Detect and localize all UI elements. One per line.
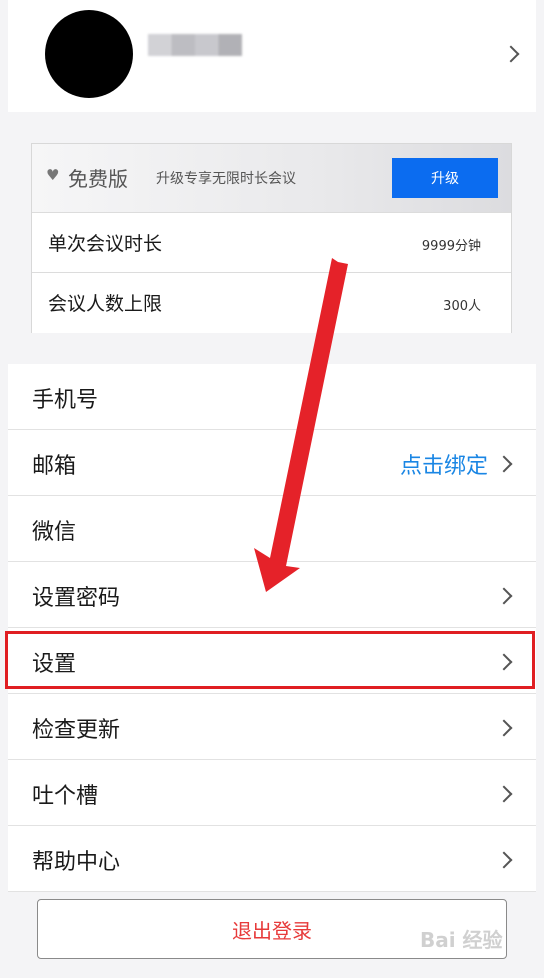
annotation-arrow-icon [254, 258, 348, 592]
watermark: Bai 经验 [420, 928, 503, 952]
